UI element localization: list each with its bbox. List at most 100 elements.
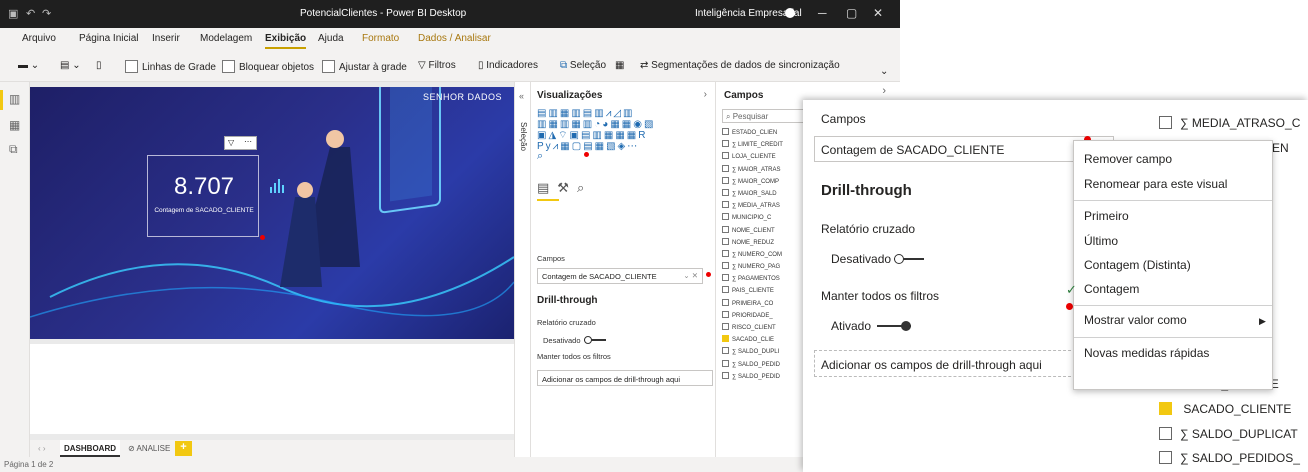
close-icon[interactable]: ✕	[873, 6, 883, 20]
search-icon[interactable]: ⌕	[537, 150, 543, 163]
more-options-icon[interactable]: ⋯	[244, 137, 252, 146]
field-checkbox[interactable]	[722, 262, 729, 270]
field-remove-icon[interactable]: ⌄ ✕	[683, 271, 698, 280]
zoom-cross-report-toggle[interactable]: Desativado	[831, 252, 925, 266]
filters-button[interactable]: ▽ Filtros	[418, 60, 456, 71]
menu-pagina-inicial[interactable]: Página Inicial	[79, 33, 138, 44]
field-checkbox[interactable]	[722, 237, 729, 245]
drill-through-drop-zone[interactable]: Adicionar os campos de drill-through aqu…	[537, 370, 713, 386]
menu-dados-analisar[interactable]: Dados / Analisar	[418, 33, 491, 44]
filter-icon[interactable]: ▽	[228, 138, 234, 147]
snap-grid-checkbox[interactable]: Ajustar à grade	[322, 60, 407, 73]
field-checkbox[interactable]	[722, 249, 729, 257]
selection-button[interactable]: ⧉ Seleção	[560, 60, 606, 71]
menu-ajuda[interactable]: Ajuda	[318, 33, 344, 44]
field-checkbox[interactable]	[722, 152, 729, 160]
field-name: ESTADO_CLIEN	[732, 130, 778, 136]
menu-formato[interactable]: Formato	[362, 33, 399, 44]
field-checkbox[interactable]	[722, 128, 729, 135]
menu-rename-for-visual[interactable]: Renomear para este visual	[1084, 177, 1227, 191]
expand-pane-icon[interactable]: ›	[882, 85, 886, 97]
report-page[interactable]: SENHOR DADOS ▽ ⋯ 8.707 Contagem de SACAD…	[30, 87, 514, 339]
menu-inserir[interactable]: Inserir	[152, 33, 180, 44]
zoom-field-item[interactable]: ∑ MEDIA_ATRASO_C	[1159, 116, 1300, 130]
field-checkbox[interactable]	[722, 298, 729, 306]
tab-nav-icon[interactable]: ‹ ›	[38, 444, 46, 453]
menu-remove-field[interactable]: Remover campo	[1084, 152, 1172, 166]
field-checkbox[interactable]	[722, 359, 729, 367]
card-value: 8.707	[173, 173, 235, 200]
field-checkbox[interactable]	[722, 164, 729, 172]
menu-arquivo[interactable]: Arquivo	[22, 33, 56, 44]
field-checkbox[interactable]	[1159, 116, 1172, 129]
report-view-icon[interactable]: ▥	[9, 92, 20, 106]
tab-dashboard[interactable]: DASHBOARD	[60, 440, 120, 457]
field-checkbox[interactable]	[722, 335, 729, 343]
field-checkbox[interactable]	[722, 310, 729, 318]
field-checkbox[interactable]	[722, 176, 729, 184]
redo-icon[interactable]: ↷	[42, 7, 51, 20]
add-page-button[interactable]: +	[175, 441, 192, 456]
cross-report-toggle[interactable]: Desativado	[543, 336, 606, 345]
search-icon: ⌕	[726, 112, 733, 121]
tab-analise[interactable]: ⊘ ANALISE	[128, 444, 170, 453]
field-checkbox[interactable]	[722, 371, 729, 379]
field-checkbox[interactable]	[722, 188, 729, 196]
field-checkbox[interactable]	[1159, 427, 1172, 440]
collapse-filters-icon[interactable]: «	[519, 91, 524, 101]
field-checkbox[interactable]	[722, 201, 729, 209]
field-type-icon: ∑	[1180, 427, 1192, 441]
format-paint-icon[interactable]: ⚒	[557, 180, 577, 195]
field-checkbox[interactable]	[1159, 451, 1172, 464]
analytics-icon[interactable]: ⌕	[577, 180, 592, 195]
data-view-icon[interactable]: ▦	[9, 118, 20, 132]
minimize-icon[interactable]: ─	[818, 6, 827, 20]
field-checkbox[interactable]	[722, 140, 729, 148]
zoom-field-value[interactable]: Contagem de SACADO_CLIENTE⌄ ✕	[814, 136, 1114, 162]
menu-last[interactable]: Último	[1084, 234, 1118, 248]
gridlines-checkbox[interactable]: Linhas de Grade	[125, 60, 216, 73]
mobile-layout-icon[interactable]: ▯	[96, 60, 102, 71]
zoom-field-item[interactable]: SACADO_CLIENTE	[1159, 402, 1291, 416]
model-view-icon[interactable]: ⧉	[9, 142, 18, 157]
pane-chevron-icon[interactable]: ›	[704, 89, 707, 100]
theme-dropdown-icon[interactable]: ▬ ⌄	[18, 60, 39, 71]
menu-modelagem[interactable]: Modelagem	[200, 33, 252, 44]
field-checkbox[interactable]	[722, 213, 729, 221]
zoom-fields-label: Campos	[821, 112, 866, 126]
zoom-drill-through-drop-zone[interactable]: Adicionar os campos de drill-through aqu…	[814, 350, 1076, 377]
menu-quick-measures[interactable]: Novas medidas rápidas	[1084, 346, 1209, 360]
maximize-icon[interactable]: ▢	[846, 6, 857, 20]
ribbon-collapse-icon[interactable]: ⌄	[880, 66, 888, 77]
sync-slicers-button[interactable]: ⇄ Segmentações de dados de sincronização	[640, 60, 840, 71]
field-well-value[interactable]: Contagem de SACADO_CLIENTE ⌄ ✕	[537, 268, 703, 284]
menu-show-value-as[interactable]: Mostrar valor como	[1084, 313, 1187, 327]
selection-pane-tab[interactable]: Seleção	[518, 122, 528, 151]
zoom-field-item[interactable]: ∑ SALDO_PEDIDOS_	[1159, 451, 1300, 465]
zoom-keep-filters-toggle[interactable]: Ativado	[831, 319, 912, 333]
field-checkbox[interactable]	[722, 323, 729, 330]
visual-gallery[interactable]: ▤▥▦▥▤▥⩘◿▥ ▥▦▥▦▥◔◕▦▦◉▧ ▣◮⌔▣▤▥▦▦▦R Py⩘▦▢▤▦▧◈⋯	[537, 108, 713, 152]
visual-header: ▽ ⋯	[224, 136, 257, 150]
avatar[interactable]	[785, 8, 795, 18]
menu-exibicao[interactable]: Exibição	[265, 33, 307, 49]
undo-icon[interactable]: ↶	[26, 7, 35, 20]
field-checkbox[interactable]	[722, 286, 729, 294]
field-checkbox[interactable]	[722, 347, 729, 355]
page-view-icon[interactable]: ▤ ⌄	[60, 60, 81, 71]
zoom-field-item[interactable]: ∑ SALDO_DUPLICAT	[1159, 427, 1298, 441]
fields-well-icon[interactable]: ▤	[537, 180, 557, 195]
pane-tabs[interactable]: ▤⚒⌕	[537, 180, 592, 196]
field-checkbox[interactable]	[722, 274, 729, 282]
field-checkbox[interactable]	[1159, 402, 1172, 415]
sync-icon: ⇄	[640, 60, 652, 71]
save-icon[interactable]: ▣	[8, 7, 18, 20]
bookmarks-button[interactable]: ▯ Indicadores	[478, 60, 538, 71]
lock-objects-checkbox[interactable]: Bloquear objetos	[222, 60, 314, 73]
menu-count-distinct[interactable]: Contagem (Distinta)	[1084, 258, 1191, 272]
card-visual[interactable]: 8.707 Contagem de SACADO_CLIENTE	[147, 155, 259, 237]
performance-icon[interactable]: ▦	[615, 60, 624, 71]
menu-count[interactable]: ✓ Contagem	[1066, 282, 1139, 297]
field-checkbox[interactable]	[722, 225, 729, 233]
menu-first[interactable]: Primeiro	[1084, 209, 1129, 223]
